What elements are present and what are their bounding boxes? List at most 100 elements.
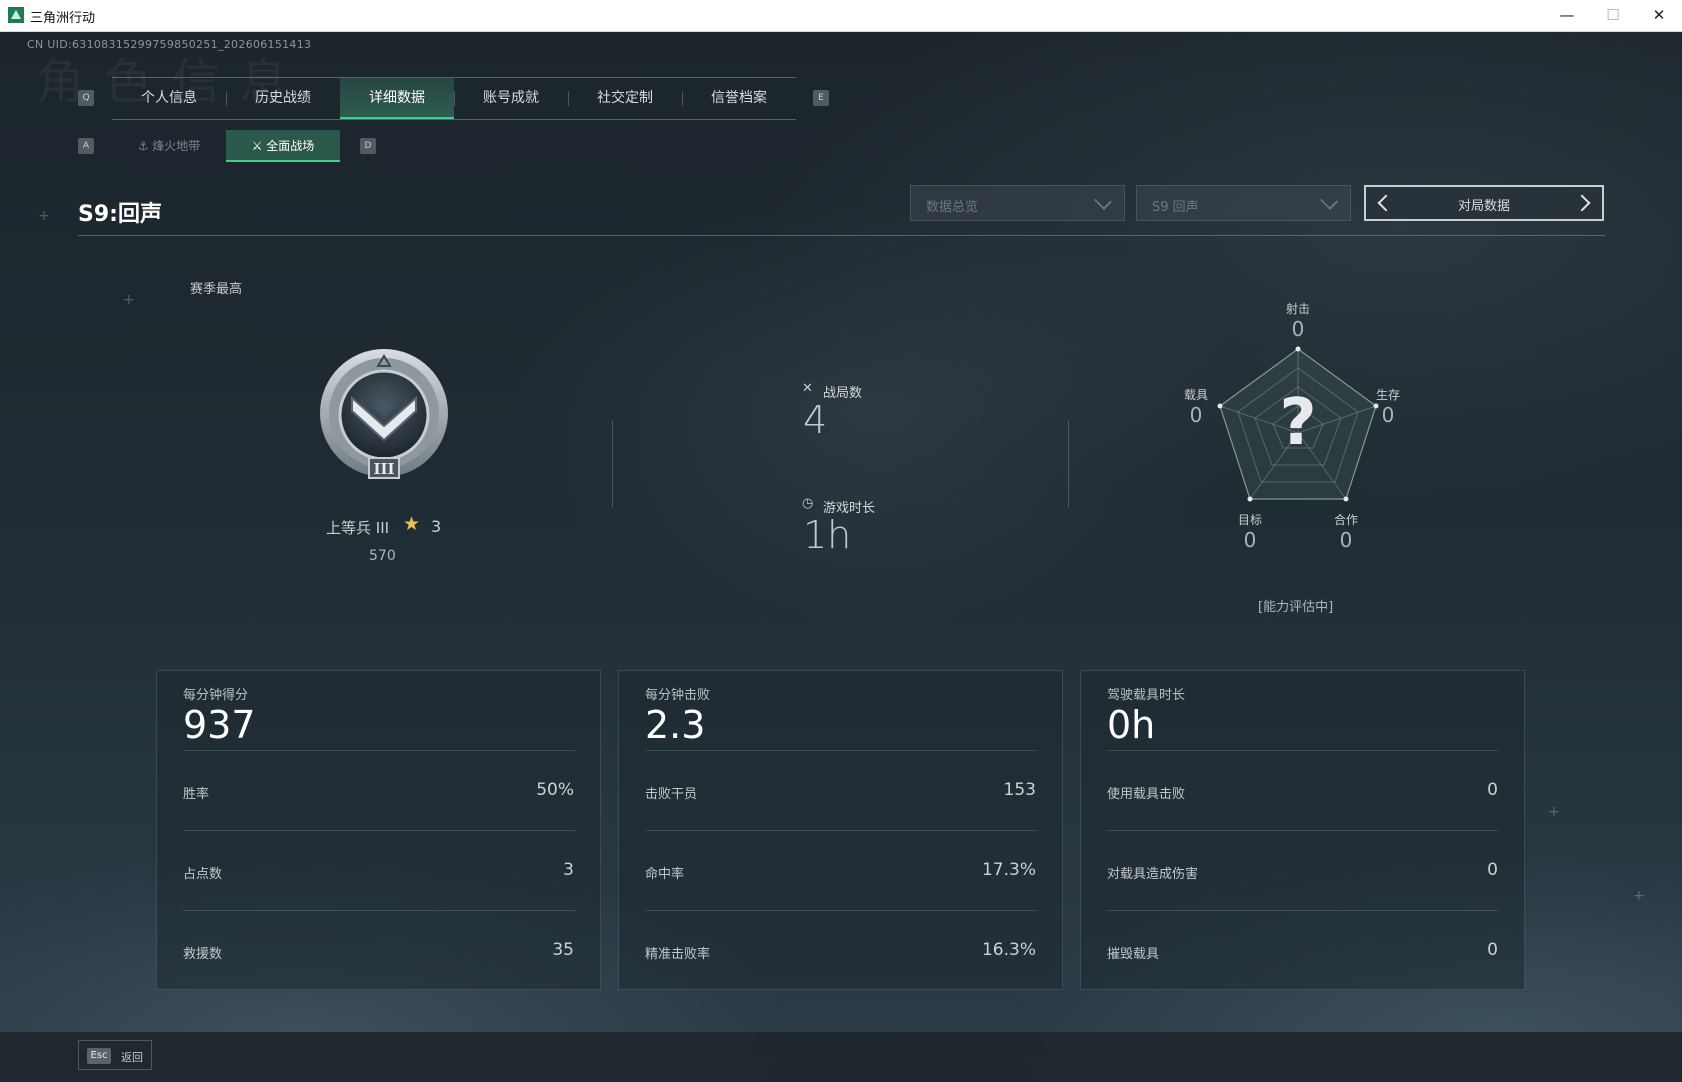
- ability-radar: ? 射击 0 生存 0 合作 0 目标 0 载具 0: [1184, 285, 1400, 552]
- rank-score: 570: [369, 548, 396, 564]
- card-divider: [1107, 830, 1499, 831]
- match-data-pager: 对局数据: [1364, 185, 1604, 221]
- stat-label: 使用载具击败: [1107, 787, 1186, 802]
- dropdown-value: S9 回声: [1152, 200, 1199, 215]
- playtime-value: 1h: [803, 513, 852, 557]
- subtab-label: 烽火地带: [152, 139, 201, 153]
- stat-label: 占点数: [183, 867, 223, 882]
- battlefield-icon: ⚔: [251, 139, 263, 153]
- radar-value-objective: 0: [1243, 528, 1257, 552]
- chevron-down-icon: [1094, 192, 1112, 210]
- chevron-down-icon: [1320, 192, 1338, 210]
- dropdown-value: 数据总览: [926, 200, 979, 215]
- tab-prev-key-hint[interactable]: Q: [78, 90, 94, 106]
- stat-value: 3: [563, 860, 574, 880]
- rank-star-count: 3: [431, 517, 442, 536]
- subtab-next-key-hint[interactable]: D: [360, 138, 376, 154]
- back-button[interactable]: Esc 返回: [78, 1040, 152, 1070]
- card-head-value: 937: [183, 703, 256, 747]
- rank-badge-icon: III: [320, 349, 448, 479]
- tab-next-key-hint[interactable]: E: [813, 90, 829, 106]
- subtab-label: 全面战场: [266, 139, 315, 153]
- window-title: 三角洲行动: [30, 10, 96, 25]
- stat-value: 0: [1487, 940, 1498, 960]
- rank-numeral: III: [373, 460, 394, 478]
- tab-detailed-data[interactable]: 详细数据: [340, 78, 454, 119]
- stat-value: 17.3%: [981, 860, 1036, 880]
- radar-label-survival: 生存: [1375, 388, 1400, 402]
- stat-label: 精准击败率: [645, 947, 711, 962]
- stat-value: 50%: [536, 780, 574, 800]
- section-divider: [612, 420, 613, 508]
- card-divider: [645, 910, 1037, 911]
- tab-achievements[interactable]: 账号成就: [454, 78, 568, 119]
- crossed-swords-icon: ✕: [802, 381, 813, 396]
- star-icon: ★: [403, 513, 421, 535]
- stat-label: 对载具造成伤害: [1107, 867, 1199, 882]
- stat-label: 摧毁载具: [1107, 947, 1160, 962]
- stat-value: 0: [1487, 780, 1498, 800]
- radar-value-survival: 0: [1381, 403, 1395, 427]
- section-divider: [1068, 420, 1069, 508]
- subtab-full-battlefield[interactable]: ⚔ 全面战场: [226, 130, 340, 162]
- card-divider: [1107, 910, 1499, 911]
- card-divider: [645, 830, 1037, 831]
- crosshair-decor: +: [38, 208, 50, 224]
- card-head-label: 驾驶载具时长: [1107, 688, 1186, 703]
- subtab-prev-key-hint[interactable]: A: [78, 138, 94, 154]
- season-title: S9:回声: [78, 202, 162, 227]
- ability-status: [能力评估中]: [1258, 600, 1334, 615]
- tab-social[interactable]: 社交定制: [568, 78, 682, 119]
- main-tab-bar: 个人信息 历史战绩 详细数据 账号成就 社交定制 信誉档案: [112, 77, 796, 120]
- stat-card-kills: 每分钟击败 2.3 击败干员 153 命中率 17.3% 精准击败率 16.3%: [618, 670, 1063, 990]
- tab-history[interactable]: 历史战绩: [226, 78, 340, 119]
- data-overview-dropdown[interactable]: 数据总览: [910, 185, 1125, 221]
- rank-name: 上等兵 III: [326, 519, 390, 537]
- stat-label: 胜率: [183, 787, 210, 802]
- crosshair-decor: +: [123, 292, 135, 308]
- card-head-value: 0h: [1107, 703, 1156, 747]
- crosshair-decor: +: [1548, 804, 1560, 820]
- radar-label-shooting: 射击: [1285, 302, 1310, 316]
- minimize-button[interactable]: —: [1544, 0, 1590, 31]
- esc-key-hint: Esc: [87, 1048, 111, 1064]
- stat-value: 35: [552, 940, 574, 960]
- radar-label-vehicle: 载具: [1183, 388, 1208, 402]
- close-button[interactable]: ✕: [1636, 0, 1682, 31]
- season-dropdown[interactable]: S9 回声: [1136, 185, 1351, 221]
- maximize-button[interactable]: ☐: [1590, 0, 1636, 31]
- user-uid: CN UID:6310831529975985025​1_20260615141…: [27, 38, 312, 51]
- stat-value: 16.3%: [981, 940, 1036, 960]
- card-divider: [183, 910, 575, 911]
- radar-value-shooting: 0: [1291, 317, 1305, 341]
- matches-value: 4: [803, 398, 828, 442]
- tab-personal-info[interactable]: 个人信息: [112, 78, 226, 119]
- card-head-label: 每分钟得分: [183, 688, 249, 703]
- stat-value: 153: [1003, 780, 1036, 800]
- tab-credit[interactable]: 信誉档案: [682, 78, 796, 119]
- card-divider: [183, 830, 575, 831]
- season-best-label: 赛季最高: [190, 282, 243, 297]
- radar-unknown-symbol: ?: [1279, 386, 1317, 460]
- stopwatch-icon: ◷: [802, 496, 814, 511]
- stat-label: 击败干员: [645, 787, 698, 802]
- card-head-label: 每分钟击败: [645, 688, 711, 703]
- stat-label: 救援数: [183, 947, 223, 962]
- card-divider: [183, 750, 575, 751]
- radar-value-cooperation: 0: [1339, 528, 1353, 552]
- pager-label: 对局数据: [1457, 199, 1510, 214]
- card-divider: [1107, 750, 1499, 751]
- radar-value-vehicle: 0: [1189, 403, 1203, 427]
- radar-label-cooperation: 合作: [1333, 513, 1358, 527]
- crosshair-decor: +: [1633, 888, 1645, 904]
- card-head-value: 2.3: [645, 703, 706, 747]
- radar-label-objective: 目标: [1237, 513, 1262, 527]
- stat-label: 命中率: [645, 867, 685, 882]
- window-titlebar: 三角洲行动 — ☐ ✕: [0, 0, 1682, 32]
- card-divider: [645, 750, 1037, 751]
- back-label: 返回: [121, 1051, 143, 1064]
- matches-label: 战局数: [823, 386, 863, 401]
- subtab-hazard-zone[interactable]: ⚓ 烽火地带: [112, 130, 226, 162]
- stat-card-vehicle: 驾驶载具时长 0h 使用载具击败 0 对载具造成伤害 0 摧毁载具 0: [1080, 670, 1525, 990]
- mode-tab-bar: ⚓ 烽火地带 ⚔ 全面战场: [112, 130, 340, 162]
